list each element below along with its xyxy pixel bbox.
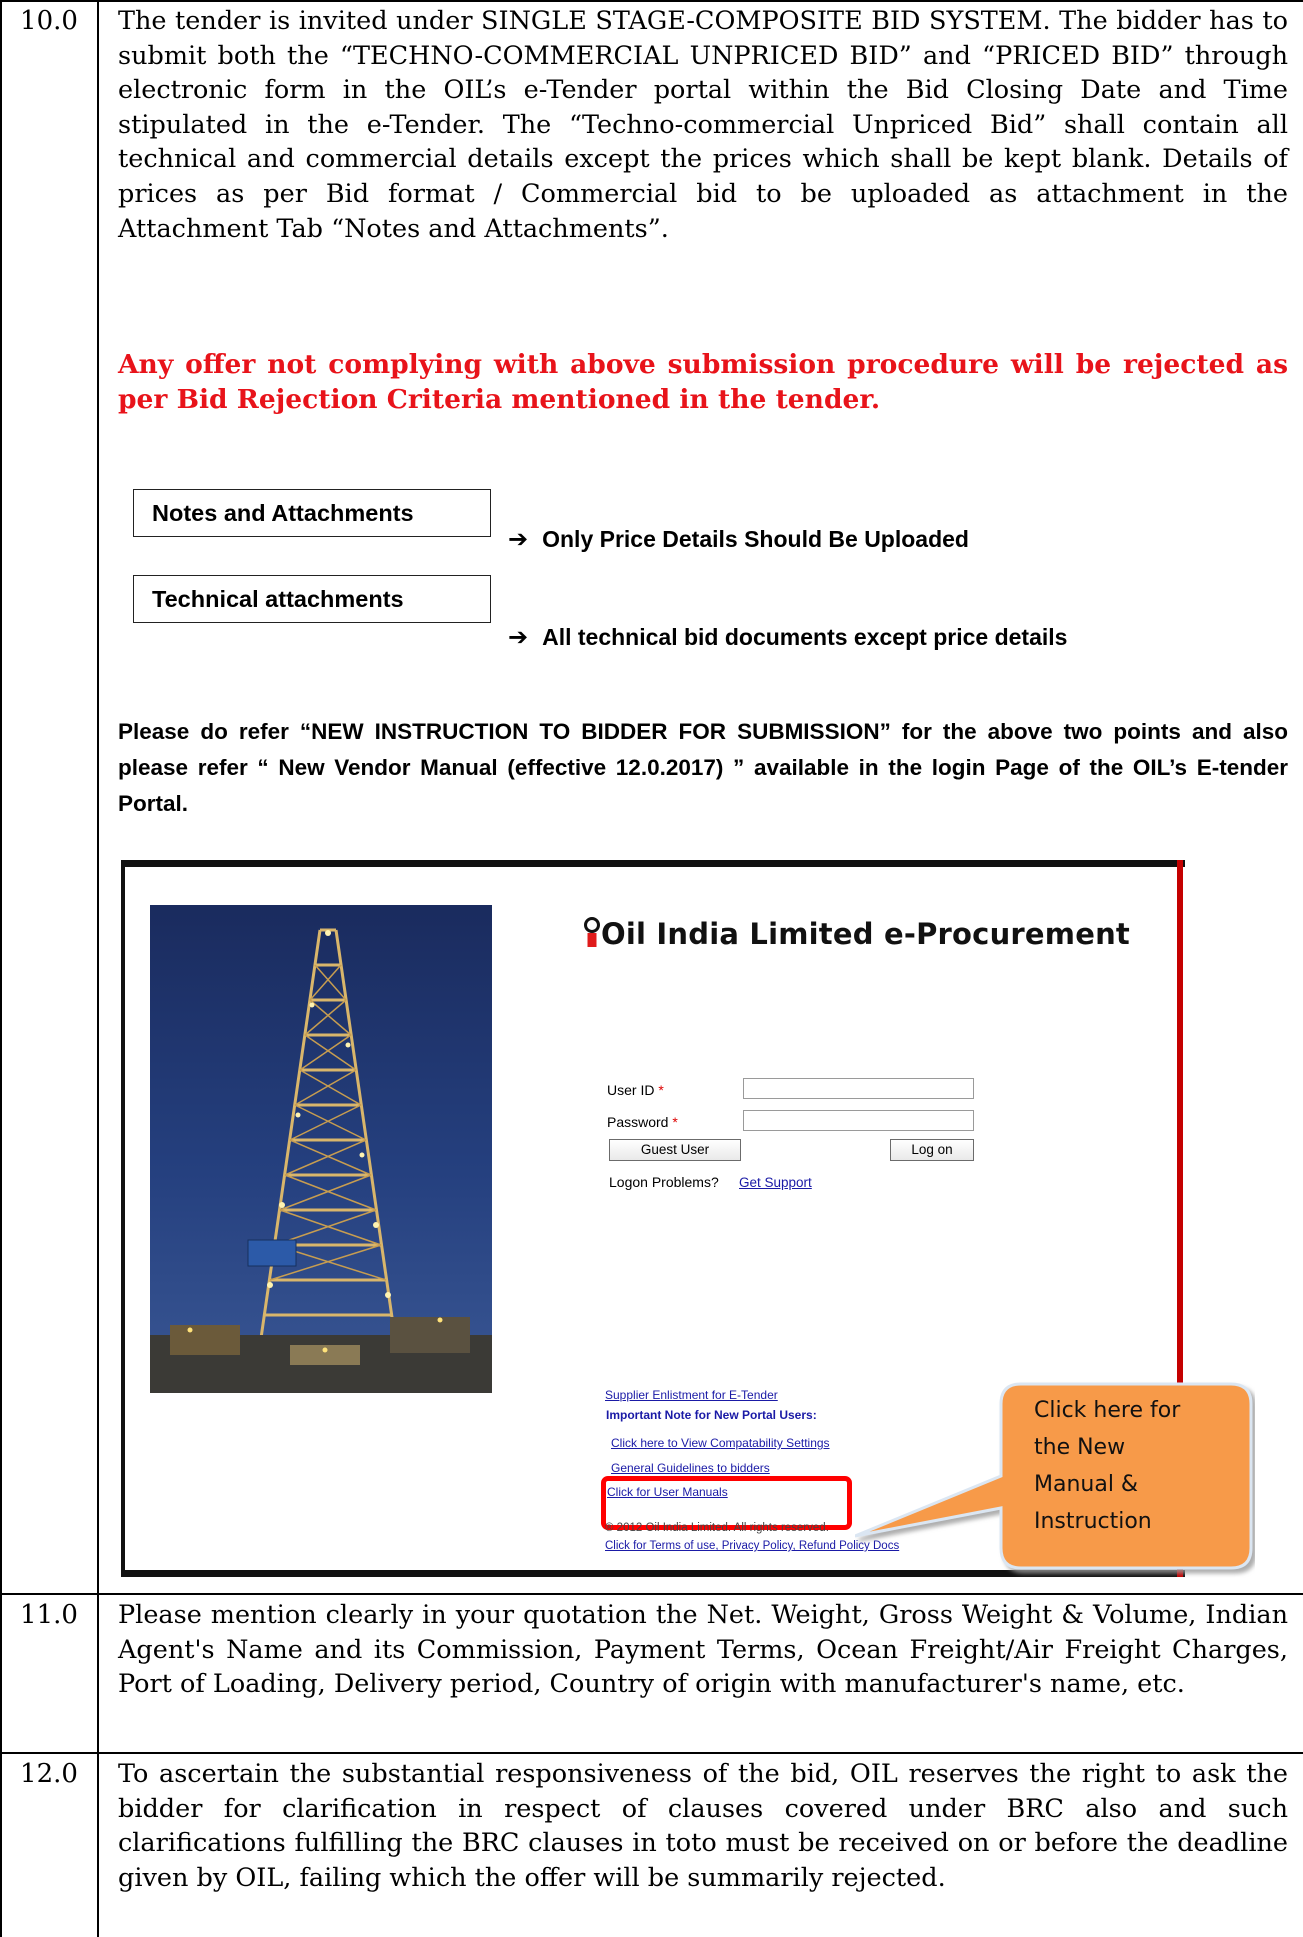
row-divider-11 [0, 1593, 1303, 1595]
table-top-border [0, 0, 1303, 2]
password-input[interactable] [743, 1110, 974, 1131]
portal-title: Oil India Limited e-Procurement [601, 917, 1130, 951]
guest-user-button[interactable]: Guest User [609, 1139, 741, 1161]
get-support-link[interactable]: Get Support [739, 1175, 812, 1190]
arrow-right-icon: ➔ [508, 525, 529, 553]
logon-problems-text: Logon Problems? [609, 1174, 719, 1190]
notes-attachments-note-text: Only Price Details Should Be Uploaded [542, 526, 969, 552]
technical-attachments-tab: Technical attachments [133, 575, 491, 623]
callout-text: Click here for the New Manual & Instruct… [1034, 1398, 1181, 1534]
copyright-text: ® 2012 Oil India Limited. All rights res… [605, 1522, 829, 1534]
user-id-input[interactable] [743, 1078, 974, 1099]
row-12-paragraph: To ascertain the substantial responsiven… [118, 1759, 1288, 1893]
supplier-enlistment-link[interactable]: Supplier Enlistment for E-Tender [605, 1388, 778, 1402]
notes-attachments-tab: Notes and Attachments [133, 489, 491, 537]
technical-attachments-note: ➔ All technical bid documents except pric… [508, 622, 1067, 652]
important-note-link[interactable]: Important Note for New Portal Users: [606, 1408, 817, 1422]
row-number-11: 11.0 [20, 1600, 78, 1630]
drilling-rig-photo [150, 905, 492, 1393]
row-number-10: 10.0 [20, 6, 78, 36]
oil-india-logo-icon [584, 917, 600, 947]
row-10-paragraph: The tender is invited under SINGLE STAGE… [118, 6, 1288, 244]
technical-attachments-note-text: All technical bid documents except price… [542, 624, 1068, 650]
rejection-warning: Any offer not complying with above submi… [118, 349, 1288, 415]
general-guidelines-link[interactable]: General Guidelines to bidders [611, 1461, 770, 1475]
user-id-label: User ID * [607, 1082, 664, 1098]
instruction-reference: Please do refer “NEW INSTRUCTION TO BIDD… [118, 719, 1288, 816]
password-label: Password * [607, 1114, 678, 1130]
notes-attachments-note: ➔ Only Price Details Should Be Uploaded [508, 524, 969, 554]
compatibility-settings-link[interactable]: Click here to View Compatability Setting… [611, 1436, 830, 1450]
log-on-button[interactable]: Log on [890, 1139, 974, 1161]
table-left-border [0, 0, 2, 1937]
arrow-right-icon: ➔ [508, 623, 529, 651]
table-column-divider [97, 0, 99, 1937]
row-number-12: 12.0 [20, 1759, 78, 1789]
row-11-paragraph: Please mention clearly in your quotation… [118, 1600, 1288, 1700]
row-divider-12 [0, 1752, 1303, 1754]
